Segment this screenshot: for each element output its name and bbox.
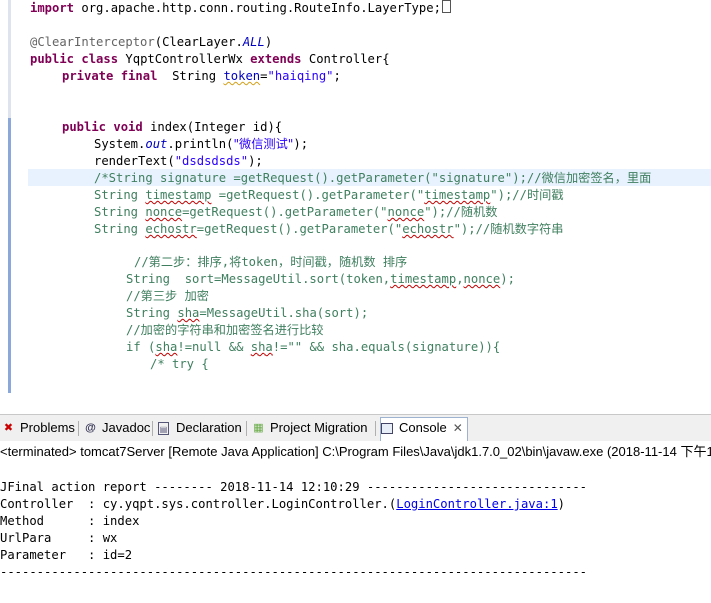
- scope-indicator: [8, 118, 11, 393]
- code-line-8: public void index(Integer id){: [62, 120, 283, 134]
- tab-problems[interactable]: ✖ Problems: [2, 418, 75, 438]
- console-line-method: Method : index: [0, 514, 140, 528]
- console-line-parameter: Parameter : id=2: [0, 548, 133, 562]
- code-line-16: //第二步：排序,将token，时间戳，随机数 排序: [134, 255, 408, 269]
- console-line-divider: ----------------------------------------…: [0, 565, 587, 579]
- view-tab-bar: ✖ Problems @ Javadoc ▤ Declaration ▦ Project…: [0, 414, 711, 442]
- console-line-controller: Controller : cy.yqpt.sys.controller.Logi…: [0, 497, 566, 511]
- javadoc-icon: @: [85, 422, 96, 434]
- code-line-3: @ClearInterceptor(ClearLayer.ALL): [30, 35, 273, 49]
- console-line-report: JFinal action report -------- 2018-11-14…: [0, 480, 587, 494]
- code-line-22: /* try {: [150, 357, 209, 371]
- tab-javadoc[interactable]: @ Javadoc: [84, 418, 150, 438]
- code-line-14: String echostr=getRequest().getParameter…: [94, 222, 564, 236]
- code-line-11: /*String signature =getRequest().getPara…: [94, 171, 652, 185]
- code-line-12: String timestamp =getRequest().getParame…: [94, 188, 564, 202]
- editor-ruler: [0, 0, 12, 393]
- code-line-1: import org.apache.http.conn.routing.Rout…: [30, 0, 451, 17]
- source-link[interactable]: LoginController.java:1: [396, 497, 557, 511]
- code-line-19: String sha=MessageUtil.sha(sort);: [126, 306, 369, 320]
- console-line-urlpara: UrlPara : wx: [0, 531, 118, 545]
- tab-separator: [152, 421, 153, 436]
- code-line-10: renderText("dsdsdsds");: [94, 154, 263, 168]
- declaration-icon: ▤: [158, 422, 169, 435]
- code-line-17: String sort=MessageUtil.sort(token,times…: [126, 272, 515, 286]
- code-line-21: if (sha!=null && sha!="" && sha.equals(s…: [126, 340, 501, 354]
- code-line-5: private final String token="haiqing";: [62, 69, 341, 83]
- tab-console[interactable]: Console ✕: [380, 417, 468, 441]
- code-line-20: //加密的字符串和加密签名进行比较: [126, 323, 324, 337]
- code-line-18: //第三步 加密: [126, 289, 209, 303]
- cursor-box-icon: [441, 0, 451, 13]
- tab-declaration[interactable]: ▤ Declaration: [158, 418, 242, 438]
- console-icon: [381, 423, 393, 434]
- code-editor[interactable]: import org.apache.http.conn.routing.Rout…: [0, 0, 711, 405]
- code-line-9: System.out.println("微信测试");: [94, 137, 309, 151]
- close-icon[interactable]: ✕: [453, 421, 463, 435]
- console-status-line: <terminated> tomcat7Server [Remote Java …: [0, 444, 711, 459]
- project-migration-icon: ▦: [253, 422, 264, 434]
- tab-separator: [78, 421, 79, 436]
- tab-separator: [375, 421, 376, 436]
- problems-icon: ✖: [3, 422, 14, 434]
- code-line-4: public class YqptControllerWx extends Co…: [30, 52, 390, 66]
- tab-project-migration[interactable]: ▦ Project Migration: [252, 418, 367, 438]
- code-line-13: String nonce=getRequest().getParameter("…: [94, 205, 498, 219]
- console-output[interactable]: <terminated> tomcat7Server [Remote Java …: [0, 441, 711, 603]
- tab-separator: [246, 421, 247, 436]
